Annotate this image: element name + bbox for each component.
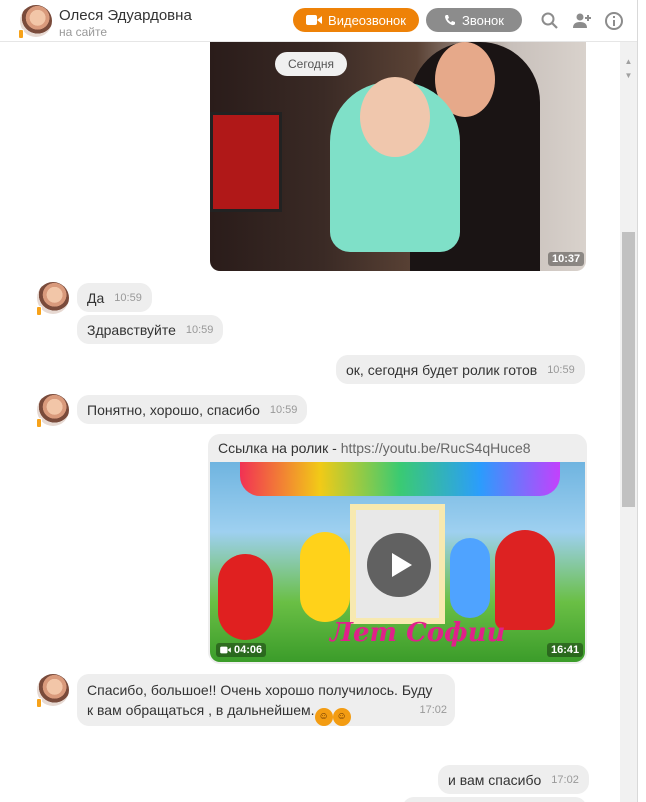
message-bubble: и вам спасибо 17:02	[438, 765, 589, 794]
phone-icon	[445, 15, 456, 26]
video-number-nine	[218, 554, 273, 640]
message-time: 10:59	[185, 323, 214, 336]
chat-header: Олеся Эдуардовна на сайте Видеозвонок Зв…	[0, 0, 637, 42]
photo-baby-head	[360, 77, 430, 157]
message-bubble	[402, 797, 587, 802]
info-icon[interactable]	[604, 11, 624, 31]
video-banner	[240, 462, 560, 496]
video-preview[interactable]: Лет Софии 04:06 16:41	[210, 462, 585, 662]
message-text: ок, сегодня будет ролик готов	[346, 361, 538, 378]
search-icon[interactable]	[540, 11, 560, 31]
video-cartoon-girl	[495, 530, 555, 630]
link-url[interactable]: https://youtu.be/RucS4qHuce8	[341, 440, 531, 456]
scrollbar-thumb[interactable]	[622, 232, 635, 507]
message-time: 17:02	[419, 704, 447, 716]
message-text: Понятно, хорошо, спасибо	[87, 401, 260, 418]
message-time: 16:41	[547, 643, 584, 657]
play-icon	[391, 553, 412, 577]
add-user-icon[interactable]	[572, 11, 592, 31]
message-text-line: к вам обращаться , в дальнейшем. ☺ ☺	[87, 700, 445, 726]
scroll-down-arrow[interactable]: ▼	[622, 70, 635, 82]
video-title: Лет Софии	[330, 618, 506, 648]
message-time: 10:59	[269, 403, 298, 416]
link-prefix: Ссылка на ролик -	[218, 440, 341, 456]
video-camera-icon	[306, 15, 323, 25]
call-label: Звонок	[462, 12, 504, 28]
date-divider: Сегодня	[275, 52, 347, 76]
play-button[interactable]	[367, 533, 431, 597]
contact-status: на сайте	[59, 25, 108, 39]
video-call-button[interactable]: Видеозвонок	[293, 8, 419, 32]
message-text: Здравствуйте	[87, 321, 176, 338]
message-bubble: Спасибо, большое!! Очень хорошо получило…	[77, 674, 455, 726]
message-bubble: Здравствуйте 10:59	[77, 315, 224, 344]
photo-time: 10:37	[548, 252, 585, 266]
message-time: 10:59	[114, 291, 142, 304]
message-time: 17:02	[551, 773, 579, 786]
message-text: и вам спасибо	[448, 771, 542, 788]
photo-message[interactable]: 10:37	[210, 42, 586, 271]
message-bubble: Да 10:59	[77, 283, 152, 312]
window-edge	[637, 0, 646, 802]
video-clown	[300, 532, 350, 622]
photo-monitor	[210, 112, 282, 212]
message-bubble: ок, сегодня будет ролик готов 10:59	[336, 355, 585, 384]
message-bubble: Понятно, хорошо, спасибо 10:59	[77, 395, 308, 424]
smiley-emoji-icon: ☺	[314, 708, 333, 726]
message-text: к вам обращаться , в дальнейшем.	[87, 702, 315, 718]
scroll-up-arrow[interactable]: ▲	[622, 56, 635, 68]
contact-name[interactable]: Олеся Эдуардовна	[59, 7, 192, 24]
contact-avatar[interactable]	[20, 5, 52, 37]
link-message-text: Ссылка на ролик - https://youtu.be/RucS4…	[218, 440, 531, 456]
video-clown	[450, 538, 490, 618]
online-indicator	[36, 418, 42, 428]
online-indicator	[18, 29, 24, 39]
video-camera-icon	[220, 646, 231, 654]
video-call-label: Видеозвонок	[328, 12, 406, 28]
message-time: 10:59	[547, 363, 575, 376]
video-duration-text: 04:06	[234, 644, 263, 656]
online-indicator	[36, 698, 42, 708]
call-button[interactable]: Звонок	[426, 8, 522, 32]
video-duration: 04:06	[216, 643, 267, 657]
online-indicator	[36, 306, 42, 316]
cat-emoji-icon: ☺	[332, 708, 351, 726]
message-text-line: Спасибо, большое!! Очень хорошо получило…	[87, 682, 433, 698]
message-text: Да	[87, 289, 105, 306]
link-message: Ссылка на ролик - https://youtu.be/RucS4…	[208, 434, 587, 664]
